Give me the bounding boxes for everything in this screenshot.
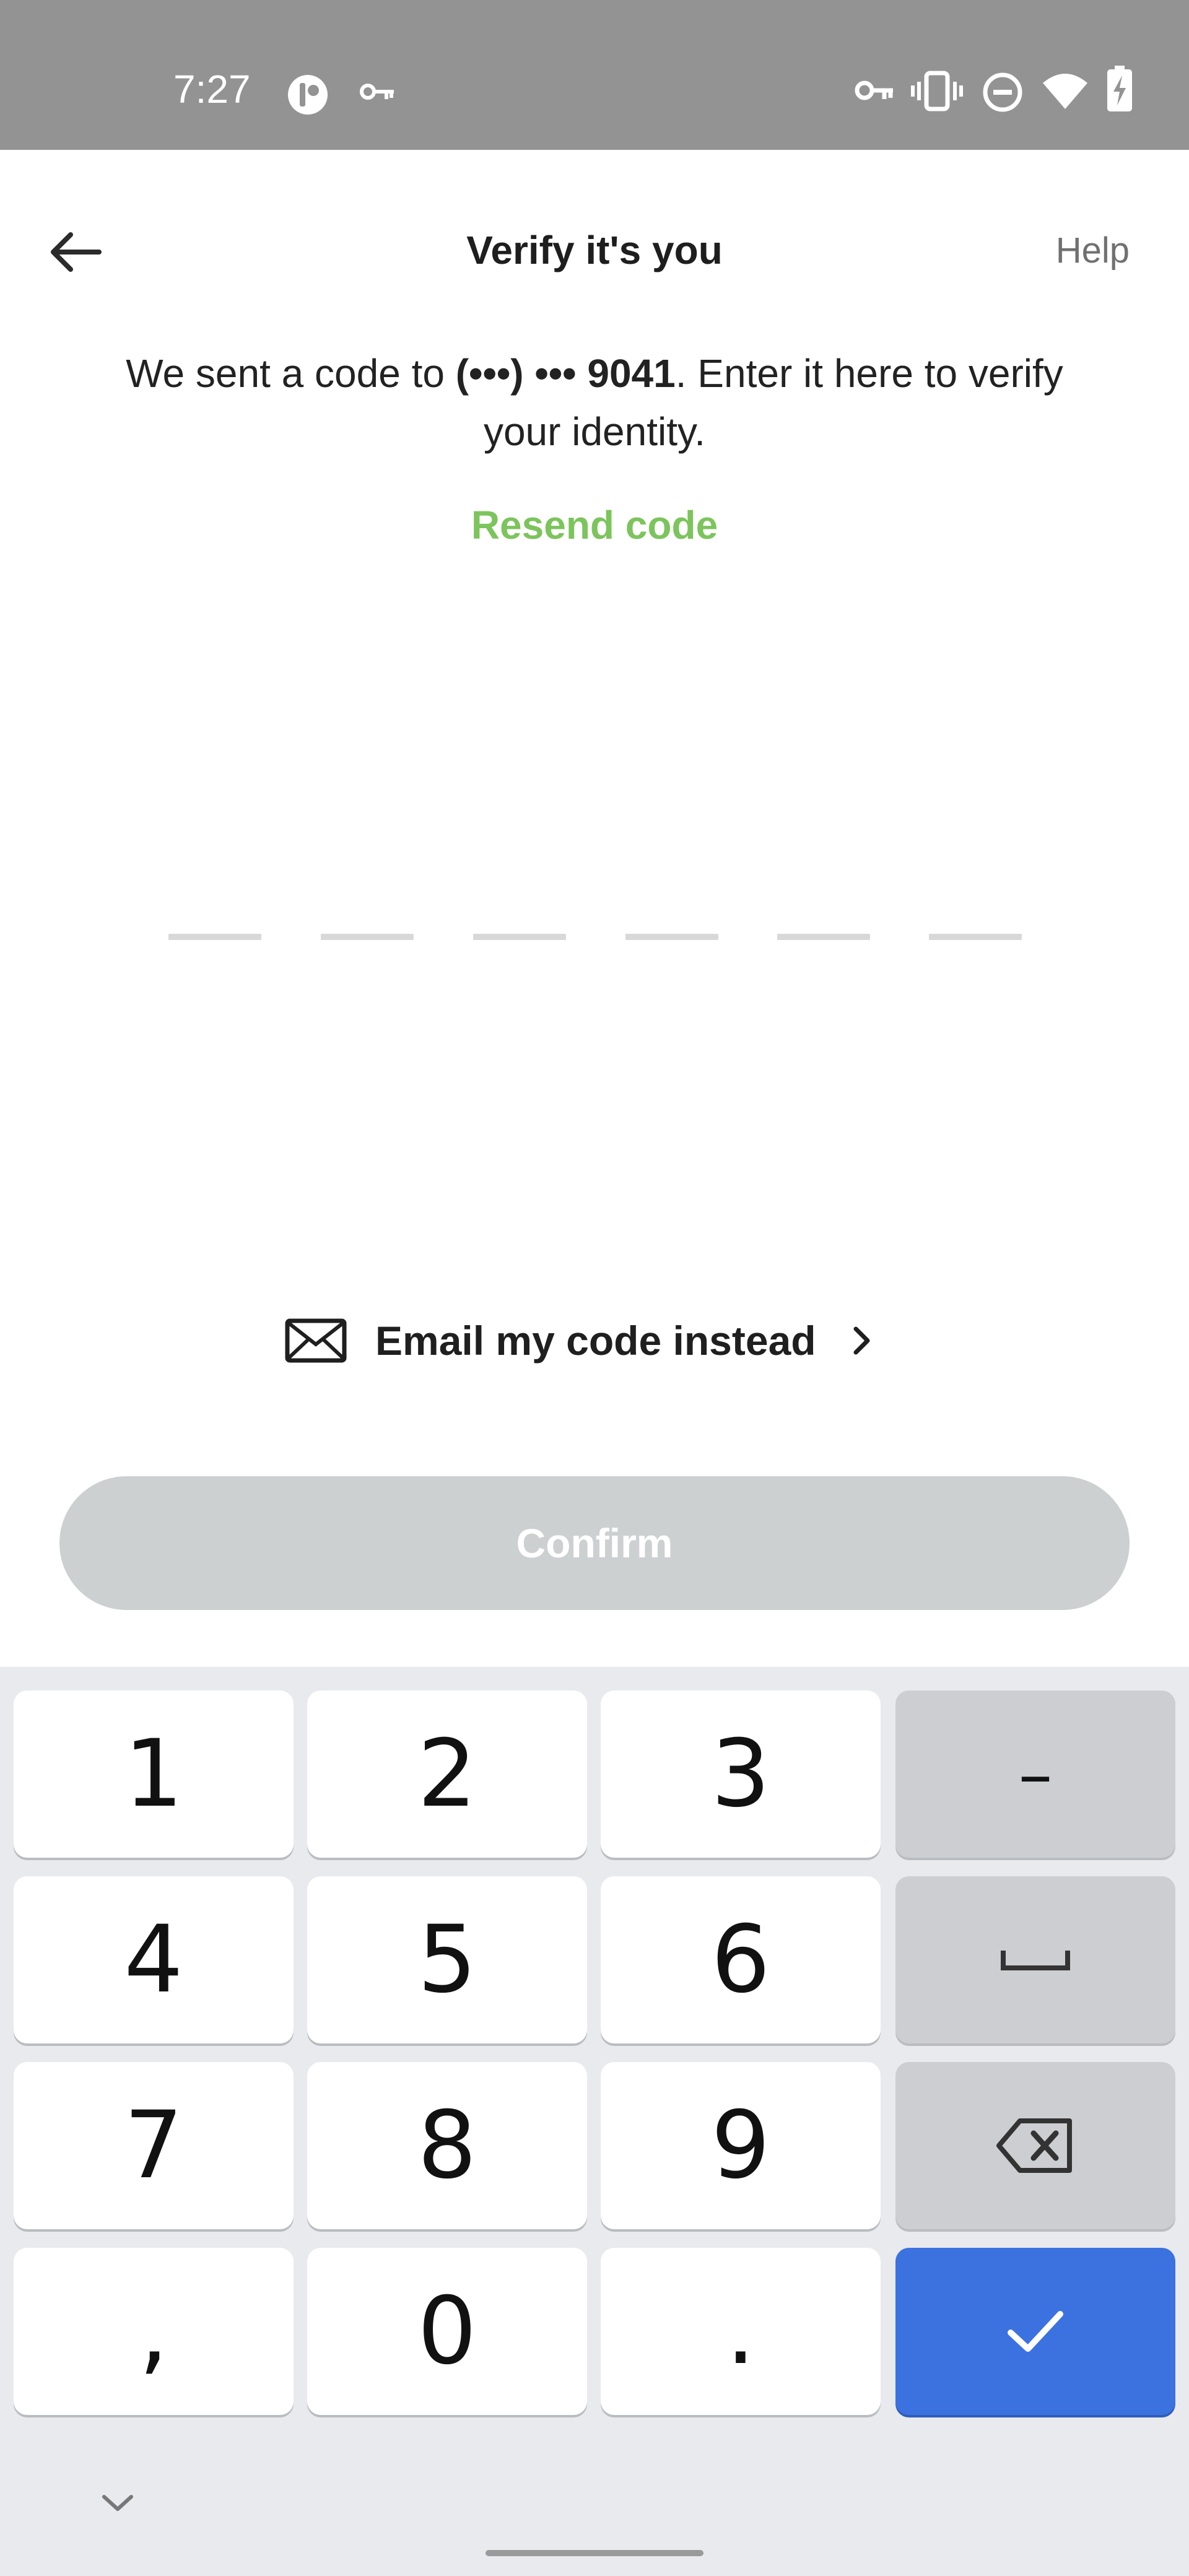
numeric-keyboard: 1 2 3 – 4 5 6 7 8 9 , 0 .	[0, 1667, 1189, 2576]
key-space[interactable]	[895, 1876, 1175, 2043]
key-0[interactable]: 0	[307, 2248, 587, 2415]
code-digit-slot-5[interactable]	[777, 934, 870, 940]
status-time: 7:27	[173, 67, 251, 111]
checkmark-icon	[1008, 2311, 1063, 2352]
envelope-icon	[285, 1318, 347, 1363]
key-4[interactable]: 4	[14, 1876, 294, 2043]
code-digit-slot-2[interactable]	[321, 934, 414, 940]
key-comma[interactable]: ,	[14, 2248, 294, 2415]
do-not-disturb-icon	[983, 72, 1022, 112]
gesture-navigation-bar[interactable]	[486, 2550, 703, 2556]
key-5[interactable]: 5	[307, 1876, 587, 2043]
key-3[interactable]: 3	[601, 1690, 881, 1858]
instructions-prefix: We sent a code to	[126, 351, 456, 396]
help-link[interactable]: Help	[1056, 227, 1130, 275]
key-icon	[855, 80, 893, 100]
app-notification-icon	[288, 75, 328, 115]
confirm-button[interactable]: Confirm	[59, 1476, 1130, 1610]
key-dash[interactable]: –	[895, 1690, 1175, 1858]
verification-instructions: We sent a code to (•••) ••• 9041. Enter …	[124, 344, 1065, 461]
key-1[interactable]: 1	[14, 1690, 294, 1858]
chevron-right-icon	[853, 1326, 870, 1355]
key-2[interactable]: 2	[307, 1690, 587, 1858]
code-digit-slot-4[interactable]	[625, 934, 718, 940]
status-bar: 7:27	[0, 0, 1189, 150]
page-title: Verify it's you	[466, 228, 723, 272]
key-done[interactable]	[895, 2248, 1175, 2415]
battery-charging-icon	[1107, 66, 1132, 111]
space-bar-icon	[1001, 1951, 1070, 1970]
key-8[interactable]: 8	[307, 2062, 587, 2229]
backspace-icon	[996, 2118, 1072, 2173]
wifi-icon	[1043, 74, 1087, 109]
masked-phone-number: (•••) ••• 9041	[455, 351, 676, 396]
code-digit-slot-1[interactable]	[168, 934, 261, 940]
key-period[interactable]: .	[601, 2248, 881, 2415]
key-6[interactable]: 6	[601, 1876, 881, 2043]
email-code-option[interactable]: Email my code instead	[285, 1307, 917, 1375]
vpn-key-icon	[360, 84, 394, 100]
hide-keyboard-chevron-icon[interactable]	[93, 2487, 142, 2518]
key-9[interactable]: 9	[601, 2062, 881, 2229]
resend-code-link[interactable]: Resend code	[0, 499, 1189, 551]
vibrate-icon	[911, 71, 963, 111]
key-backspace[interactable]	[895, 2062, 1175, 2229]
key-7[interactable]: 7	[14, 2062, 294, 2229]
code-digit-slot-6[interactable]	[929, 934, 1022, 940]
email-code-label: Email my code instead	[375, 1318, 816, 1364]
code-digit-slot-3[interactable]	[473, 934, 566, 940]
app-header: Verify it's you Help	[0, 150, 1189, 348]
